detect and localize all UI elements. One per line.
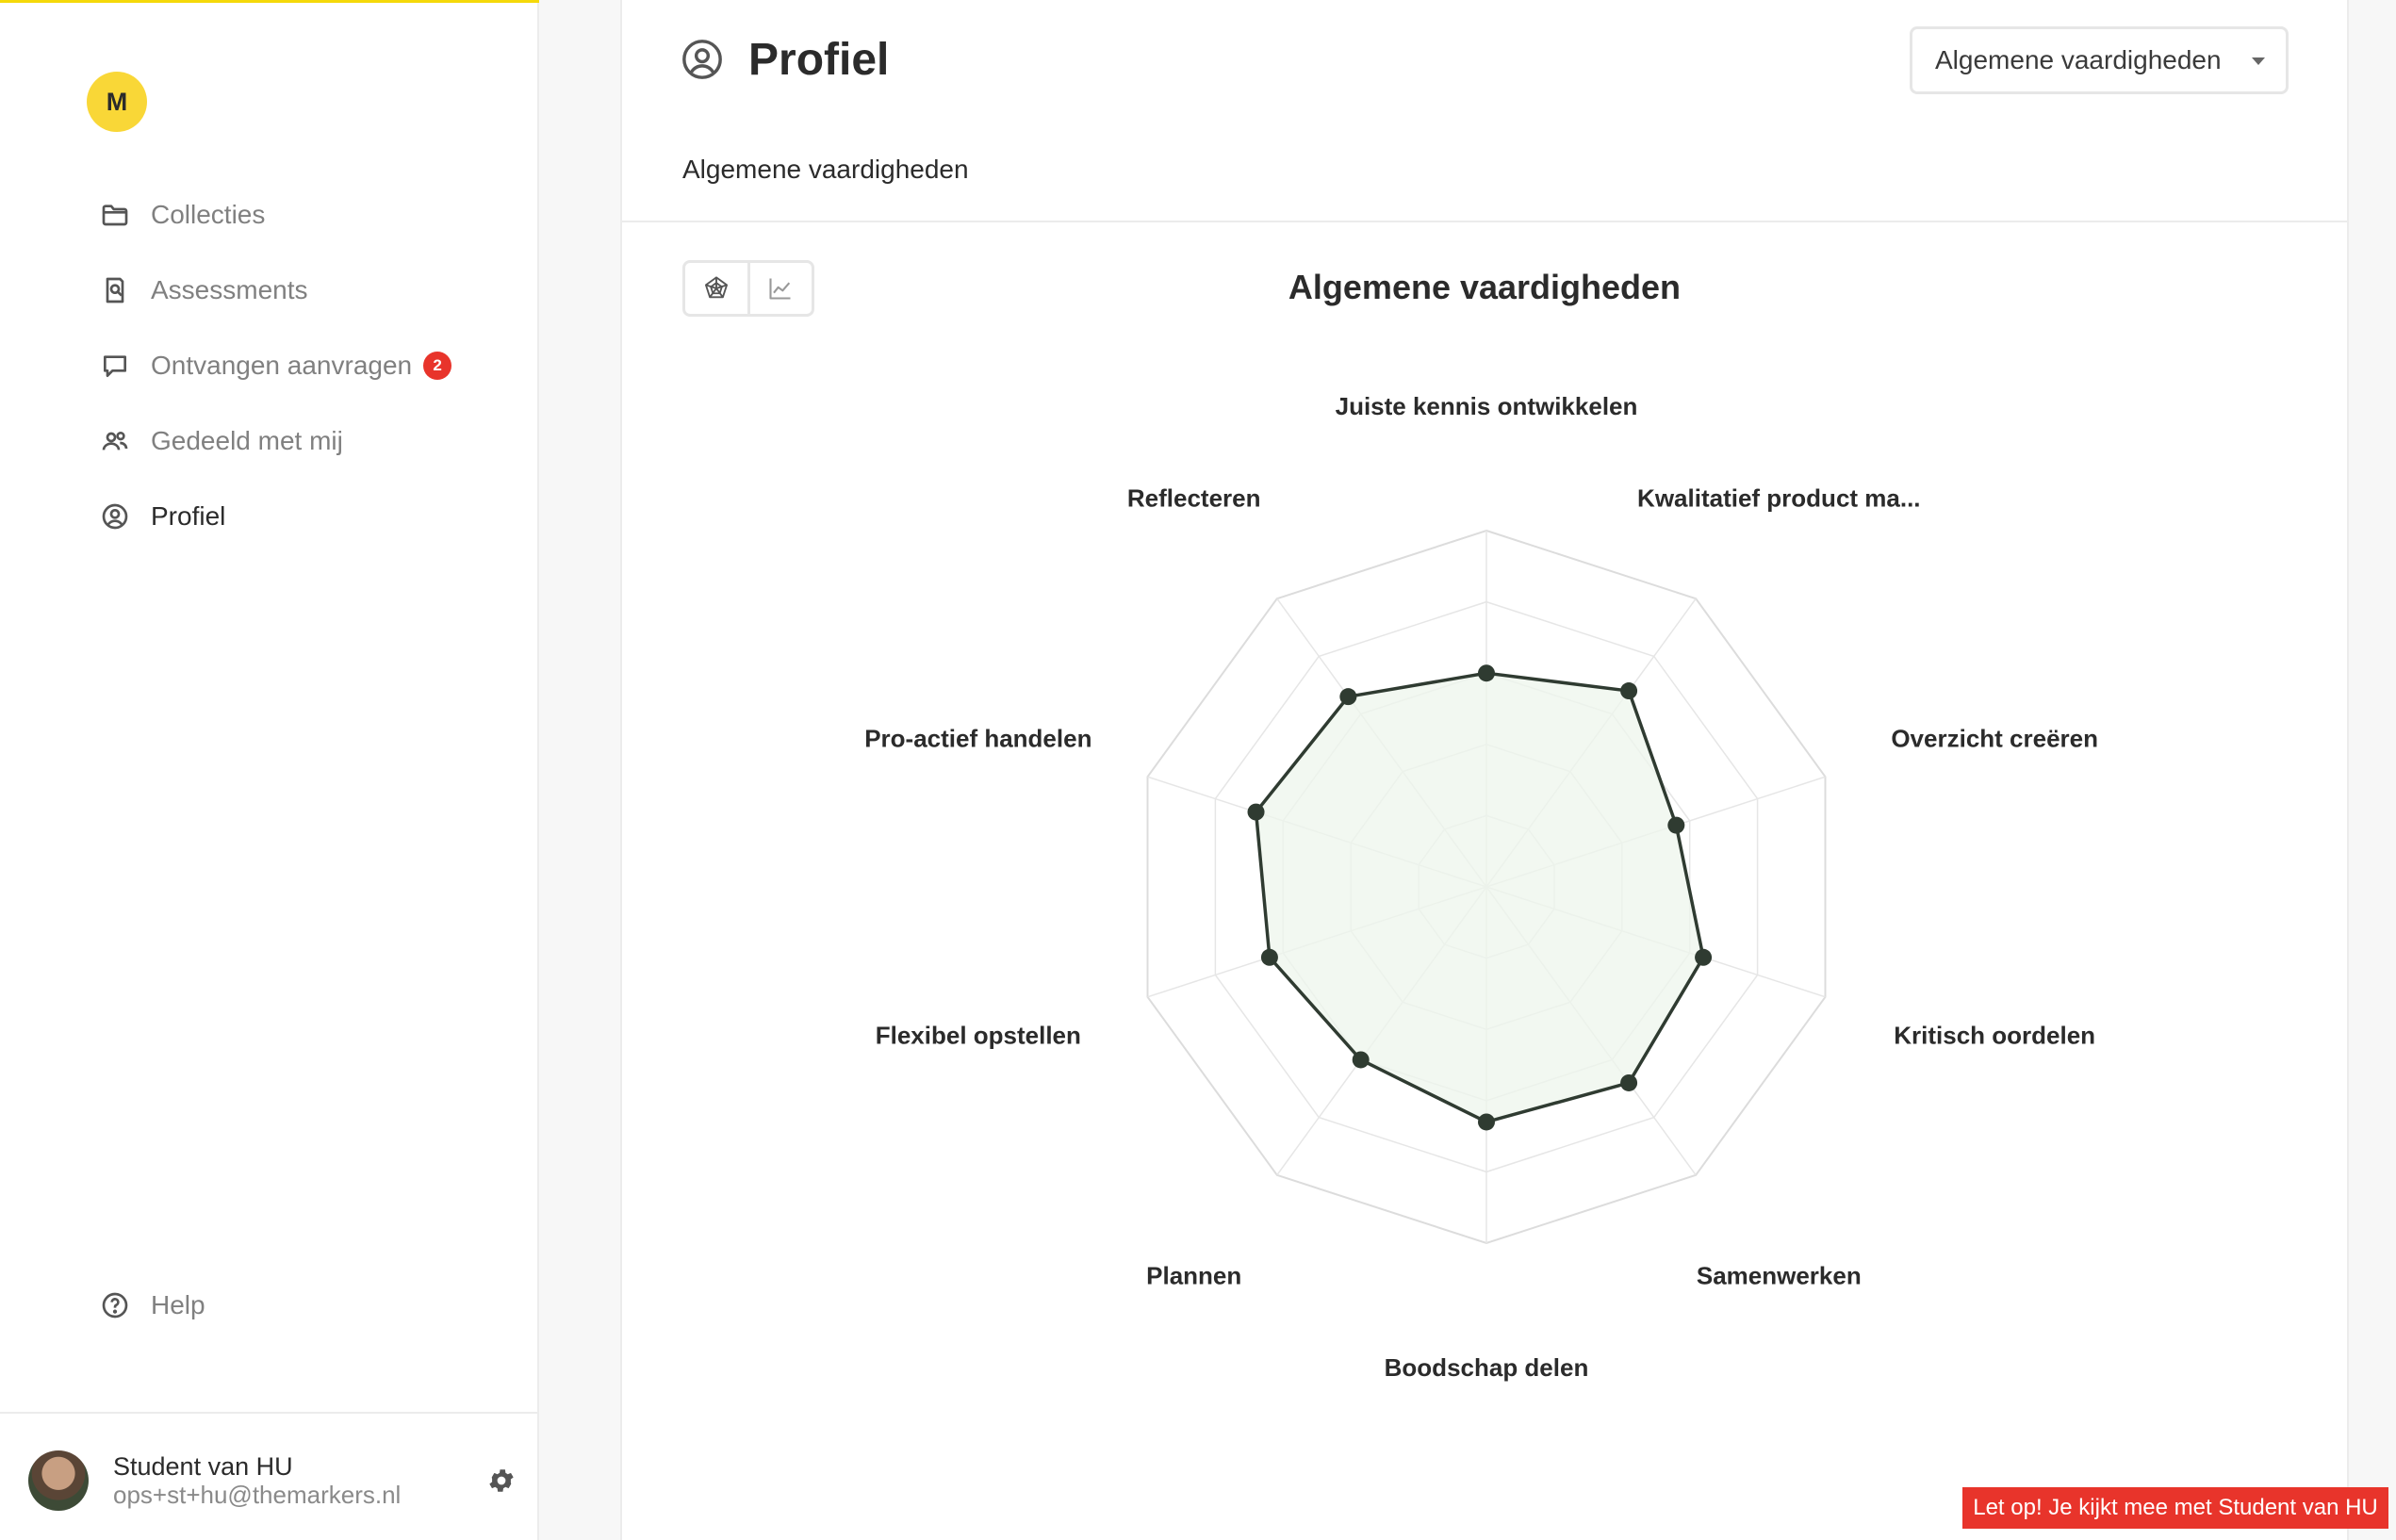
radar-data-point[interactable] [1620, 1073, 1638, 1091]
radar-axis-label: Samenwerken [1697, 1262, 1862, 1290]
sidebar-item-gedeeld-met-mij[interactable]: Gedeeld met mij [98, 403, 513, 479]
radar-data-point[interactable] [1667, 816, 1685, 834]
radar-axis-label: Plannen [1146, 1262, 1241, 1290]
radar-data-point[interactable] [1695, 948, 1713, 966]
notification-badge: 2 [423, 352, 452, 380]
radar-chart: Juiste kennis ontwikkelen Kwalitatief pro… [864, 392, 2098, 1382]
sidebar-nav: Collecties Assessments Ontvangen aanvrag… [98, 177, 513, 554]
sidebar-item-profiel[interactable]: Profiel [98, 479, 513, 554]
radar-data-point[interactable] [1260, 948, 1278, 966]
help-icon [98, 1288, 132, 1322]
sidebar-item-label: Profiel [151, 501, 226, 531]
settings-gear-icon[interactable] [484, 1464, 518, 1498]
app-logo[interactable]: M [87, 72, 147, 132]
radar-axis-label: Reflecteren [1127, 483, 1261, 512]
radar-data-point[interactable] [1478, 664, 1495, 682]
avatar[interactable] [28, 1450, 89, 1511]
radar-axis-label: Overzicht creëren [1891, 724, 2098, 752]
radar-axis-label: Pro-actief handelen [864, 724, 1091, 752]
user-circle-icon [98, 500, 132, 533]
radar-axis-label: Juiste kennis ontwikkelen [1336, 392, 1638, 420]
folder-icon [98, 198, 132, 232]
radar-axis-label: Kritisch oordelen [1894, 1022, 2095, 1050]
impersonation-banner: Let op! Je kijkt mee met Student van HU [1962, 1487, 2388, 1529]
sidebar: M Collecties Assessments Ontvangen aanvr… [0, 0, 539, 1540]
user-info: Student van HU ops+st+hu@themarkers.nl [113, 1452, 484, 1509]
sidebar-item-label: Collecties [151, 200, 266, 229]
radar-axis-label: Kwalitatief product ma... [1637, 483, 1921, 512]
chat-icon [98, 349, 132, 383]
users-icon [98, 424, 132, 458]
radar-series-area [1254, 671, 1705, 1124]
help-link[interactable]: Help [98, 1268, 205, 1343]
sidebar-item-assessments[interactable]: Assessments [98, 253, 513, 328]
radar-data-point[interactable] [1339, 688, 1357, 706]
sidebar-divider [0, 1412, 537, 1414]
sidebar-top-accent [0, 0, 539, 3]
sidebar-item-ontvangen-aanvragen[interactable]: Ontvangen aanvragen 2 [98, 328, 513, 403]
help-label: Help [151, 1290, 205, 1319]
assessment-icon [98, 273, 132, 307]
radar-axis-label: Boodschap delen [1385, 1353, 1589, 1382]
sidebar-item-label: Gedeeld met mij [151, 426, 343, 455]
user-name: Student van HU [113, 1452, 293, 1481]
sidebar-item-label: Ontvangen aanvragen [151, 351, 413, 380]
sidebar-item-collecties[interactable]: Collecties [98, 177, 513, 253]
main-panel: Profiel Algemene vaardigheden Algemene v… [620, 0, 2349, 1540]
radar-data-point[interactable] [1352, 1051, 1370, 1069]
radar-data-point[interactable] [1620, 682, 1638, 700]
radar-axis-label: Flexibel opstellen [876, 1022, 1081, 1050]
user-panel: Student van HU ops+st+hu@themarkers.nl [28, 1450, 518, 1512]
user-email: ops+st+hu@themarkers.nl [113, 1481, 402, 1509]
radar-data-point[interactable] [1478, 1113, 1495, 1131]
radar-data-point[interactable] [1247, 803, 1265, 821]
sidebar-item-label: Assessments [151, 275, 308, 304]
